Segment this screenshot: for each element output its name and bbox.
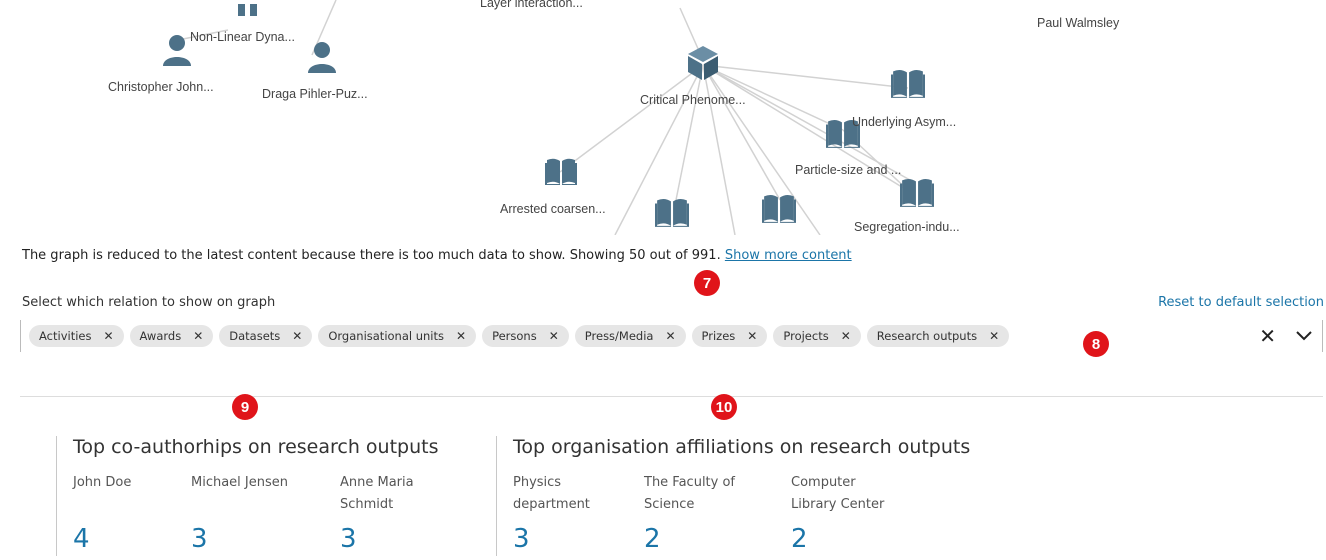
remove-chip-icon[interactable]: ✕ <box>549 329 559 343</box>
close-icon[interactable]: ✕ <box>1259 324 1276 349</box>
partial-node-icon[interactable] <box>238 4 257 16</box>
chip-persons[interactable]: Persons ✕ <box>482 325 569 347</box>
organisation-count[interactable]: 3 <box>513 524 530 554</box>
node-label[interactable]: Christopher John... <box>108 80 214 94</box>
annotation-badge: 8 <box>1083 331 1109 357</box>
annotation-badge: 9 <box>232 394 258 420</box>
graph-reduced-notice: The graph is reduced to the latest conte… <box>22 248 852 263</box>
notice-text: The graph is reduced to the latest conte… <box>22 248 725 263</box>
node-label[interactable]: Critical Phenome... <box>640 93 746 107</box>
chip-label: Organisational units <box>328 329 445 343</box>
chip-label: Activities <box>39 329 92 343</box>
chip-datasets[interactable]: Datasets ✕ <box>219 325 313 347</box>
organisation-name[interactable]: Computer Library Center <box>791 472 901 516</box>
node-label[interactable]: Paul Walmsley <box>1037 16 1119 30</box>
organisations-title: Top organisation affiliations on researc… <box>513 436 971 458</box>
chip-label: Prizes <box>701 329 736 343</box>
remove-chip-icon[interactable]: ✕ <box>103 329 113 343</box>
node-label[interactable]: Underlying Asym... <box>852 115 956 129</box>
node-label[interactable]: Arrested coarsen... <box>500 202 606 216</box>
coauthor-count[interactable]: 3 <box>191 524 208 554</box>
coauthor-name[interactable]: Michael Jensen <box>191 472 311 494</box>
node-label[interactable]: Layer interaction... <box>480 0 583 10</box>
node-label[interactable]: Particle-size and ... <box>795 163 901 177</box>
remove-chip-icon[interactable]: ✕ <box>456 329 466 343</box>
node-label[interactable]: Segregation-indu... <box>854 220 960 234</box>
node-label[interactable]: Non-Linear Dyna... <box>190 30 295 44</box>
person-icon[interactable] <box>163 35 191 66</box>
organisation-count[interactable]: 2 <box>644 524 661 554</box>
reset-default-link[interactable]: Reset to default selection <box>1158 295 1324 310</box>
top-organisations-panel: Top organisation affiliations on researc… <box>496 436 1017 556</box>
relation-select-label: Select which relation to show on graph <box>22 295 276 310</box>
annotation-badge: 10 <box>711 394 737 420</box>
chip-label: Projects <box>783 329 829 343</box>
chip-awards[interactable]: Awards ✕ <box>129 325 214 347</box>
organisation-name[interactable]: Physics department <box>513 472 613 516</box>
remove-chip-icon[interactable]: ✕ <box>292 329 302 343</box>
relation-chips: Activities ✕ Awards ✕ Datasets ✕ Organisati… <box>29 325 1010 347</box>
coauthor-name[interactable]: Anne Maria Schmidt <box>340 472 440 516</box>
coauthor-name[interactable]: John Doe <box>73 472 173 494</box>
chip-prizes[interactable]: Prizes ✕ <box>691 325 768 347</box>
top-coauthorships-panel: Top co-authorhips on research outputs Jo… <box>56 436 477 556</box>
organisation-name[interactable]: The Faculty of Science <box>644 472 754 516</box>
chip-label: Datasets <box>229 329 281 343</box>
chip-label: Persons <box>492 329 537 343</box>
chip-organisational-units[interactable]: Organisational units ✕ <box>318 325 477 347</box>
section-divider <box>20 396 1323 397</box>
remove-chip-icon[interactable]: ✕ <box>841 329 851 343</box>
remove-chip-icon[interactable]: ✕ <box>193 329 203 343</box>
organisation-stat[interactable]: Physics department <box>513 472 613 516</box>
organisation-count[interactable]: 2 <box>791 524 808 554</box>
annotation-badge: 7 <box>694 270 720 296</box>
chip-press-media[interactable]: Press/Media ✕ <box>574 325 686 347</box>
chip-research-outputs[interactable]: Research outputs ✕ <box>866 325 1010 347</box>
book-icon[interactable] <box>655 198 689 227</box>
project-icon[interactable] <box>688 46 718 80</box>
coauthor-count[interactable]: 4 <box>73 524 90 554</box>
coauthor-stat[interactable]: John Doe <box>73 472 173 494</box>
organisation-stat[interactable]: The Faculty of Science <box>644 472 754 516</box>
relation-graph[interactable]: Non-Linear Dyna... Layer interaction... … <box>0 0 1326 235</box>
chip-label: Press/Media <box>584 329 654 343</box>
person-icon[interactable] <box>308 42 336 73</box>
chip-label: Research outputs <box>876 329 978 343</box>
chip-projects[interactable]: Projects ✕ <box>773 325 861 347</box>
remove-chip-icon[interactable]: ✕ <box>747 329 757 343</box>
coauthor-stat[interactable]: Anne Maria Schmidt <box>340 472 440 516</box>
show-more-link[interactable]: Show more content <box>725 248 852 263</box>
chip-activities[interactable]: Activities ✕ <box>29 325 124 347</box>
book-icon[interactable] <box>900 178 934 207</box>
book-icon[interactable] <box>891 69 925 98</box>
coauthorships-title: Top co-authorhips on research outputs <box>73 436 439 458</box>
chip-label: Awards <box>139 329 182 343</box>
remove-chip-icon[interactable]: ✕ <box>989 329 999 343</box>
node-label[interactable]: Draga Pihler-Puz... <box>262 87 368 101</box>
coauthor-count[interactable]: 3 <box>340 524 357 554</box>
coauthor-stat[interactable]: Michael Jensen <box>191 472 311 494</box>
remove-chip-icon[interactable]: ✕ <box>665 329 675 343</box>
relation-multiselect[interactable]: Activities ✕ Awards ✕ Datasets ✕ Organisati… <box>20 320 1323 352</box>
chevron-down-icon[interactable] <box>1296 330 1312 342</box>
organisation-stat[interactable]: Computer Library Center <box>791 472 901 516</box>
